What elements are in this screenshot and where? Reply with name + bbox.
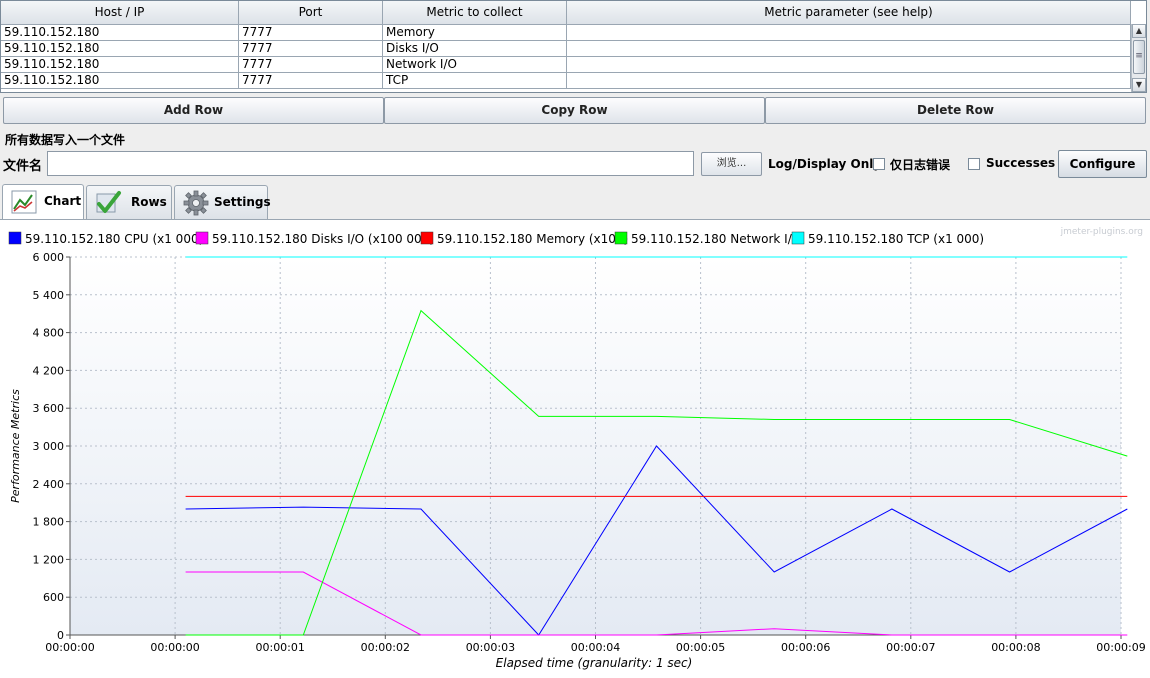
y-tick-label: 1 200 <box>33 553 65 566</box>
tab-settings-label: Settings <box>214 195 271 209</box>
x-tick-label: 00:00:01 <box>255 641 304 654</box>
log-display-only-label: Log/Display Only: <box>768 157 886 171</box>
y-tick-label: 1 800 <box>33 516 65 529</box>
cell-host[interactable]: 59.110.152.180 <box>1 57 239 73</box>
legend-swatch <box>195 231 209 245</box>
errors-only-label: 仅日志错误 <box>890 158 951 172</box>
configure-button[interactable]: Configure <box>1058 150 1147 178</box>
successes-checkbox[interactable] <box>968 158 980 170</box>
cell-host[interactable]: 59.110.152.180 <box>1 25 239 41</box>
y-tick-label: 5 400 <box>33 289 65 302</box>
legend-entry: 59.110.152.180 Network I/O <box>631 232 801 246</box>
y-tick-label: 4 200 <box>33 364 65 377</box>
column-header-metric[interactable]: Metric to collect <box>383 1 567 24</box>
x-tick-label: 00:00:05 <box>676 641 725 654</box>
cell-port[interactable]: 7777 <box>239 25 383 41</box>
y-tick-label: 4 800 <box>33 327 65 340</box>
chart-legend: 59.110.152.180 CPU (x1 000) 59.110.152.18… <box>8 231 984 246</box>
cell-metric[interactable]: Disks I/O <box>383 41 567 57</box>
x-tick-label: 00:00:00 <box>45 641 94 654</box>
y-tick-label: 6 000 <box>33 251 65 264</box>
scroll-down-arrow-icon[interactable]: ▼ <box>1132 78 1146 92</box>
file-section-title: 所有数据写入一个文件 <box>5 133 126 147</box>
legend-entry: 59.110.152.180 Memory (x100) <box>437 232 628 246</box>
x-tick-label: 00:00:07 <box>886 641 935 654</box>
column-header-host[interactable]: Host / IP <box>1 1 239 24</box>
legend-swatch <box>420 231 434 245</box>
browse-button[interactable]: 浏览... <box>701 152 762 176</box>
legend-swatch <box>791 231 805 245</box>
tab-chart[interactable]: Chart <box>2 184 84 219</box>
successes-label: Successes <box>986 156 1056 170</box>
cell-metric[interactable]: TCP <box>383 73 567 89</box>
metrics-table: Host / IP Port Metric to collect Metric … <box>0 0 1147 93</box>
add-row-button[interactable]: Add Row <box>3 97 384 124</box>
legend-entry: 59.110.152.180 TCP (x1 000) <box>808 232 984 246</box>
errors-only-checkbox[interactable] <box>873 158 885 170</box>
tab-rows[interactable]: Rows <box>86 185 172 219</box>
x-tick-label: 00:00:04 <box>571 641 620 654</box>
copy-row-button[interactable]: Copy Row <box>384 97 765 124</box>
checkmark-icon <box>96 191 121 213</box>
x-tick-label: 00:00:06 <box>781 641 830 654</box>
table-row[interactable]: 59.110.152.180 7777 TCP <box>1 73 1131 89</box>
legend-swatch <box>614 231 628 245</box>
cell-port[interactable]: 7777 <box>239 57 383 73</box>
cell-metric[interactable]: Memory <box>383 25 567 41</box>
tab-chart-label: Chart <box>44 194 82 208</box>
scroll-up-arrow-icon[interactable]: ▲ <box>1132 24 1146 38</box>
gear-icon <box>183 190 209 216</box>
legend-swatch <box>8 231 22 245</box>
y-tick-label: 3 600 <box>33 402 65 415</box>
y-axis-label: Performance Metrics <box>9 389 22 503</box>
chart-icon <box>11 190 37 214</box>
delete-row-button[interactable]: Delete Row <box>765 97 1146 124</box>
table-row[interactable]: 59.110.152.180 7777 Disks I/O <box>1 41 1131 57</box>
x-tick-label: 00:00:02 <box>361 641 410 654</box>
x-tick-label: 00:00:03 <box>466 641 515 654</box>
y-tick-label: 3 000 <box>33 440 65 453</box>
legend-entry: 59.110.152.180 Disks I/O (x100 000) <box>212 232 434 246</box>
cell-metric[interactable]: Network I/O <box>383 57 567 73</box>
cell-host[interactable]: 59.110.152.180 <box>1 73 239 89</box>
cell-parameter[interactable] <box>567 57 1131 73</box>
tab-rows-label: Rows <box>131 195 167 209</box>
x-axis-label: Elapsed time (granularity: 1 sec) <box>496 656 693 670</box>
table-row[interactable]: 59.110.152.180 7777 Memory <box>1 25 1131 41</box>
watermark: jmeter-plugins.org <box>1060 227 1143 237</box>
tab-settings[interactable]: Settings <box>174 185 271 219</box>
performance-chart: 06001 2001 8002 4003 0003 6004 2004 8005… <box>8 227 1146 670</box>
filename-label: 文件名 <box>3 159 43 174</box>
cell-parameter[interactable] <box>567 25 1131 41</box>
x-tick-label: 00:00:09 <box>1096 641 1145 654</box>
cell-parameter[interactable] <box>567 73 1131 89</box>
x-tick-label: 00:00:00 <box>150 641 199 654</box>
table-body: 59.110.152.180 7777 Memory 59.110.152.18… <box>1 25 1131 92</box>
column-header-parameter[interactable]: Metric parameter (see help) <box>567 1 1131 24</box>
legend-entry: 59.110.152.180 CPU (x1 000) <box>25 232 203 246</box>
table-row[interactable]: 59.110.152.180 7777 Network I/O <box>1 57 1131 73</box>
cell-port[interactable]: 7777 <box>239 41 383 57</box>
cell-parameter[interactable] <box>567 41 1131 57</box>
cell-port[interactable]: 7777 <box>239 73 383 89</box>
table-header: Host / IP Port Metric to collect Metric … <box>1 1 1131 25</box>
y-tick-label: 600 <box>43 591 64 604</box>
scrollbar-thumb[interactable]: ≡ <box>1133 40 1145 74</box>
table-scrollbar[interactable]: ▲ ≡ ▼ <box>1131 24 1146 92</box>
y-tick-label: 2 400 <box>33 478 65 491</box>
filename-input[interactable] <box>47 151 694 176</box>
column-header-port[interactable]: Port <box>239 1 383 24</box>
chart-panel: 0 600 1 200 1 800 2 400 3 000 3 600 4 200 4 800 5… <box>0 220 1150 678</box>
cell-host[interactable]: 59.110.152.180 <box>1 41 239 57</box>
x-tick-label: 00:00:08 <box>991 641 1040 654</box>
